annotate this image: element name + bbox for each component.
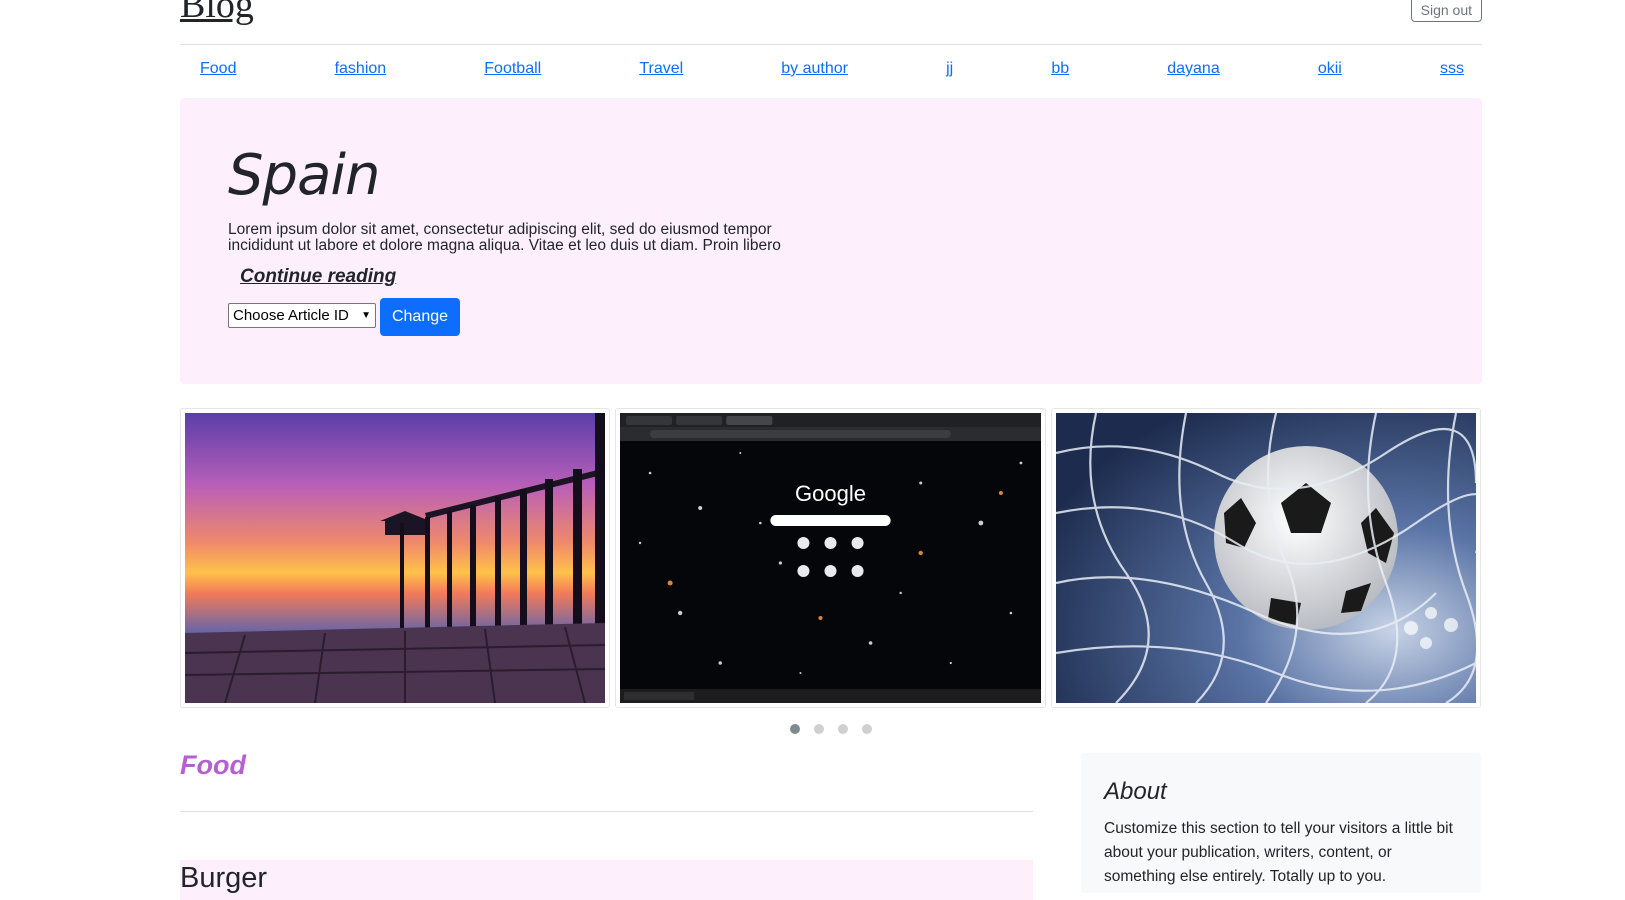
about-text: Customize this section to tell your visi… [1104, 820, 1453, 885]
carousel-indicators [790, 724, 872, 734]
nav-link-dayana[interactable]: dayana [1167, 58, 1220, 80]
nav-link-food[interactable]: Food [200, 58, 236, 80]
blog-brand-link[interactable]: Blog [180, 0, 254, 24]
hero-title: Spain [228, 143, 380, 208]
carousel-dot-1[interactable] [790, 724, 800, 734]
article-id-select-value: Choose Article ID [233, 307, 349, 324]
change-button[interactable]: Change [380, 298, 460, 336]
nav-link-okii[interactable]: okii [1318, 58, 1342, 80]
sign-out-button[interactable]: Sign out [1410, 0, 1482, 22]
nav-link-by-author[interactable]: by author [781, 58, 848, 80]
post-title[interactable]: Burger [180, 864, 267, 893]
hero-excerpt: Lorem ipsum dolor sit amet, consectetur … [228, 221, 781, 254]
carousel-slide-browser[interactable]: Google [615, 408, 1046, 708]
browser-screenshot-image: Google [620, 413, 1041, 703]
about-sidebar: About Customize this section to tell you… [1081, 753, 1481, 893]
carousel-dot-4[interactable] [862, 724, 872, 734]
screenshot-logo-text: Google [795, 481, 866, 506]
nav-link-football[interactable]: Football [484, 58, 541, 80]
carousel-slide-sunset[interactable] [180, 408, 610, 708]
nav-link-travel[interactable]: Travel [639, 58, 683, 80]
header-divider [180, 44, 1482, 45]
football-net-image [1056, 413, 1476, 703]
about-title: About [1104, 778, 1167, 805]
nav-link-fashion[interactable]: fashion [335, 58, 387, 80]
nav-link-bb[interactable]: bb [1051, 58, 1069, 80]
nav-link-jj[interactable]: jj [946, 58, 953, 80]
featured-article-hero: Spain Lorem ipsum dolor sit amet, consec… [180, 98, 1482, 384]
chevron-down-icon: ▼ [361, 310, 371, 321]
carousel-slide-football[interactable] [1051, 408, 1481, 708]
nav-link-sss[interactable]: sss [1440, 58, 1464, 80]
category-nav: Food fashion Football Travel by author j… [180, 58, 1482, 80]
sunset-pier-image [185, 413, 605, 703]
carousel-dot-2[interactable] [814, 724, 824, 734]
continue-reading-link[interactable]: Continue reading [240, 266, 396, 288]
article-id-select[interactable]: Choose Article ID ▼ [228, 303, 376, 328]
section-divider [180, 811, 1033, 812]
image-carousel[interactable]: Google [180, 408, 1482, 710]
section-title-food: Food [180, 750, 246, 780]
post-card [180, 860, 1033, 900]
carousel-dot-3[interactable] [838, 724, 848, 734]
